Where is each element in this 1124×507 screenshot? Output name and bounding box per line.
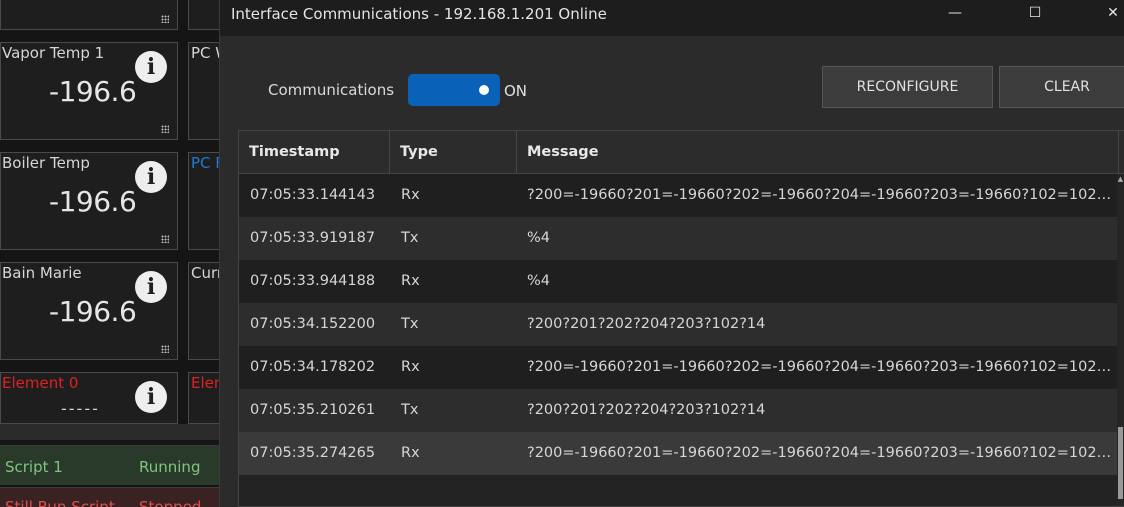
info-icon[interactable]: i <box>135 51 167 83</box>
cell-type: Tx <box>401 402 419 418</box>
column-header-message[interactable]: Message <box>517 131 1119 173</box>
script-row[interactable]: Script 1 Running <box>0 445 220 485</box>
horizontal-scrollbar[interactable] <box>0 424 220 440</box>
cell-timestamp: 07:05:34.178202 <box>250 359 376 375</box>
table-row[interactable]: 07:05:33.919187 Tx %4 <box>239 217 1117 260</box>
table-row-selected[interactable]: 07:05:35.274265 Rx ?200=-19660?201=-1966… <box>239 432 1117 475</box>
resize-grip-icon[interactable] <box>161 235 169 243</box>
script-name: Still Run Script <box>5 498 115 507</box>
column-header-type[interactable]: Type <box>390 131 517 173</box>
cell-message: ?200=-19660?201=-19660?202=-19660?204=-1… <box>527 445 1112 461</box>
communications-toggle[interactable] <box>408 74 500 106</box>
minimize-button[interactable]: — <box>932 0 978 30</box>
resize-grip-icon[interactable] <box>161 125 169 133</box>
resize-grip-icon[interactable] <box>161 15 169 23</box>
sensor-tile-bain-marie[interactable]: Bain Marie i -196.6 <box>0 262 178 360</box>
cell-type: Rx <box>401 359 420 375</box>
window-title: Interface Communications - 192.168.1.201… <box>231 5 607 23</box>
clear-button[interactable]: CLEAR <box>999 66 1124 108</box>
tile-label: Bain Marie <box>2 264 82 282</box>
table-row[interactable]: 07:05:33.944188 Rx %4 <box>239 260 1117 303</box>
table-row[interactable]: 07:05:34.152200 Tx ?200?201?202?204?203?… <box>239 303 1117 346</box>
cell-timestamp: 07:05:33.919187 <box>250 230 376 246</box>
script-row[interactable]: Still Run Script Stopped <box>0 487 220 507</box>
cell-timestamp: 07:05:33.944188 <box>250 273 376 289</box>
cell-type: Rx <box>401 273 420 289</box>
cell-message: %4 <box>527 230 551 246</box>
cell-timestamp: 07:05:35.274265 <box>250 445 376 461</box>
cell-message: ?200?201?202?204?203?102?14 <box>527 316 766 332</box>
sensor-tile-partial[interactable] <box>0 0 178 30</box>
table-row[interactable]: 07:05:34.178202 Rx ?200=-19660?201=-1966… <box>239 346 1117 389</box>
communications-label: Communications <box>268 81 395 99</box>
cell-timestamp: 07:05:34.152200 <box>250 316 376 332</box>
cell-type: Tx <box>401 230 419 246</box>
scrollbar-thumb[interactable] <box>1118 427 1123 499</box>
tile-value: -196.6 <box>49 185 137 218</box>
table-body: 07:05:33.144143 Rx ?200=-19660?201=-1966… <box>239 174 1117 475</box>
table-row[interactable]: 07:05:35.210261 Tx ?200?201?202?204?203?… <box>239 389 1117 432</box>
maximize-button[interactable]: ☐ <box>1012 0 1058 30</box>
toggle-knob <box>479 85 489 95</box>
toggle-state-label: ON <box>504 82 528 100</box>
resize-grip-icon[interactable] <box>161 345 169 353</box>
sensor-tile-boiler-temp[interactable]: Boiler Temp i -196.6 <box>0 152 178 250</box>
column-header-timestamp[interactable]: Timestamp <box>239 131 390 173</box>
close-button[interactable]: ✕ <box>1090 0 1124 30</box>
info-icon[interactable]: i <box>135 271 167 303</box>
info-icon[interactable]: i <box>135 161 167 193</box>
cell-timestamp: 07:05:33.144143 <box>250 187 376 203</box>
tile-label: Vapor Temp 1 <box>2 44 105 62</box>
cell-type: Rx <box>401 187 420 203</box>
cell-timestamp: 07:05:35.210261 <box>250 402 376 418</box>
script-status: Running <box>139 458 201 476</box>
scroll-up-arrow-icon[interactable]: ▲ <box>1117 175 1124 183</box>
tile-value: ----- <box>61 399 100 418</box>
sensor-tile-vapor-temp[interactable]: Vapor Temp 1 i -196.6 <box>0 42 178 140</box>
interface-communications-dialog: Interface Communications - 192.168.1.201… <box>219 0 1124 507</box>
cell-type: Tx <box>401 316 419 332</box>
cell-message: ?200?201?202?204?203?102?14 <box>527 402 766 418</box>
tile-label: Element 0 <box>2 374 79 392</box>
table-header: Timestamp Type Message <box>239 131 1124 174</box>
cell-message: %4 <box>527 273 551 289</box>
cell-message: ?200=-19660?201=-19660?202=-19660?204=-1… <box>527 187 1112 203</box>
element-tile[interactable]: Element 0 i ----- <box>0 372 178 424</box>
messages-table: Timestamp Type Message 07:05:33.144143 R… <box>238 130 1124 507</box>
reconfigure-button[interactable]: RECONFIGURE <box>822 66 993 108</box>
info-icon[interactable]: i <box>135 381 167 413</box>
cell-message: ?200=-19660?201=-19660?202=-19660?204=-1… <box>527 359 1112 375</box>
tile-value: -196.6 <box>49 75 137 108</box>
cell-type: Rx <box>401 445 420 461</box>
tile-label: Boiler Temp <box>2 154 90 172</box>
script-name: Script 1 <box>5 458 63 476</box>
table-row[interactable]: 07:05:33.144143 Rx ?200=-19660?201=-1966… <box>239 174 1117 217</box>
title-bar[interactable]: Interface Communications - 192.168.1.201… <box>220 0 1124 36</box>
script-status: Stopped <box>139 498 202 507</box>
tile-value: -196.6 <box>49 295 137 328</box>
